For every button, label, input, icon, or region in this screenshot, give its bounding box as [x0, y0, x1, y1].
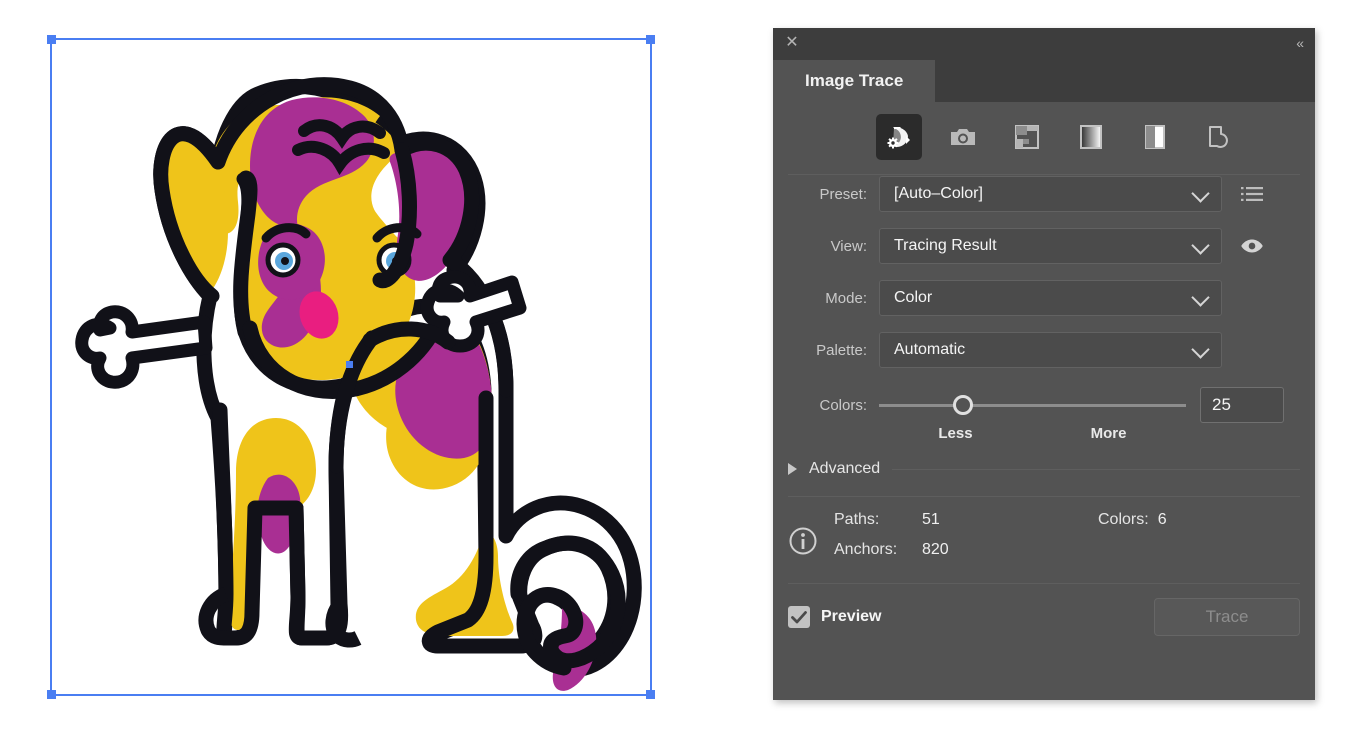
palette-label: Palette: — [788, 342, 879, 359]
view-visibility-button[interactable] — [1240, 234, 1264, 258]
advanced-rule — [892, 469, 1300, 470]
dog-artwork-group — [82, 85, 635, 691]
selection-anchor-point[interactable] — [346, 361, 353, 368]
chevron-down-icon — [1191, 288, 1209, 306]
preset-icon-row — [773, 102, 1315, 174]
grayscale-preset-icon[interactable] — [1068, 114, 1114, 160]
preset-row: Preset: [Auto–Color] — [773, 175, 1315, 213]
colors-slider-row: Colors: 25 — [773, 387, 1315, 423]
colors-value-input[interactable]: 25 — [1200, 387, 1284, 423]
colors-slider-min-label: Less — [879, 425, 1032, 442]
paths-label: Paths: — [834, 511, 922, 529]
list-menu-icon — [1241, 185, 1263, 203]
trace-statistics: Paths: 51 Colors: 6 Anchors: 820 — [834, 511, 1315, 571]
palette-value: Automatic — [894, 341, 965, 359]
mode-row: Mode: Color — [773, 279, 1315, 317]
checkmark-icon — [791, 611, 807, 624]
trace-button[interactable]: Trace — [1154, 598, 1300, 636]
trace-button-label: Trace — [1206, 607, 1249, 627]
mode-label: Mode: — [788, 290, 879, 307]
anchors-line: Anchors: 820 — [834, 541, 1315, 571]
preset-value: [Auto–Color] — [894, 185, 983, 203]
preset-select[interactable]: [Auto–Color] — [879, 176, 1222, 212]
chevron-down-icon — [1191, 340, 1209, 358]
close-icon[interactable]: ✕ — [784, 35, 800, 51]
anchors-value: 820 — [922, 541, 949, 559]
preview-checkbox[interactable] — [788, 606, 810, 628]
panel-footer: Preview Trace — [773, 584, 1315, 636]
view-value: Tracing Result — [894, 237, 997, 255]
outline-preset-icon[interactable] — [1196, 114, 1242, 160]
low-color-preset-icon[interactable] — [1004, 114, 1050, 160]
paths-value: 51 — [922, 511, 1098, 529]
palette-select[interactable]: Automatic — [879, 332, 1222, 368]
view-row: View: Tracing Result — [773, 227, 1315, 265]
advanced-label: Advanced — [809, 460, 892, 478]
view-select[interactable]: Tracing Result — [879, 228, 1222, 264]
left-eye-pupil — [281, 257, 289, 265]
mode-select[interactable]: Color — [879, 280, 1222, 316]
chevron-down-icon — [1191, 236, 1209, 254]
colors-count-label: Colors: — [1098, 511, 1149, 529]
eye-icon — [1240, 237, 1264, 255]
auto-color-preset-icon[interactable] — [876, 114, 922, 160]
trace-info-block: Paths: 51 Colors: 6 Anchors: 820 — [773, 497, 1315, 571]
colors-slider[interactable] — [879, 390, 1186, 420]
collapse-panel-icon[interactable]: « — [1296, 34, 1303, 52]
paths-colors-line: Paths: 51 Colors: 6 — [834, 511, 1315, 541]
mode-value: Color — [894, 289, 932, 307]
high-fidelity-photo-preset-icon[interactable] — [940, 114, 986, 160]
panel-title-bar: ✕ « — [773, 28, 1315, 60]
colors-slider-thumb[interactable] — [953, 395, 973, 415]
info-icon — [788, 526, 818, 556]
artboard-canvas[interactable] — [0, 0, 760, 744]
colors-label: Colors: — [788, 397, 879, 414]
colors-slider-legend: Less More — [773, 425, 1186, 442]
colors-slider-max-label: More — [1032, 425, 1185, 442]
left-bone — [82, 312, 206, 382]
preset-menu-button[interactable] — [1240, 182, 1264, 206]
chevron-down-icon — [1191, 184, 1209, 202]
tab-image-trace[interactable]: Image Trace — [773, 60, 935, 102]
preset-label: Preset: — [788, 186, 879, 203]
anchors-label: Anchors: — [834, 541, 922, 559]
black-and-white-preset-icon[interactable] — [1132, 114, 1178, 160]
palette-row: Palette: Automatic — [773, 331, 1315, 369]
view-label: View: — [788, 238, 879, 255]
image-trace-panel: ✕ « Image Trace — [773, 28, 1315, 700]
colors-slider-track — [879, 404, 1186, 407]
colors-count-value: 6 — [1158, 511, 1167, 529]
colors-value-text: 25 — [1212, 395, 1231, 415]
preview-label: Preview — [821, 608, 881, 626]
panel-tab-strip: Image Trace — [773, 60, 1315, 102]
triangle-right-icon — [788, 463, 797, 475]
advanced-section-toggle[interactable]: Advanced — [773, 460, 1315, 478]
